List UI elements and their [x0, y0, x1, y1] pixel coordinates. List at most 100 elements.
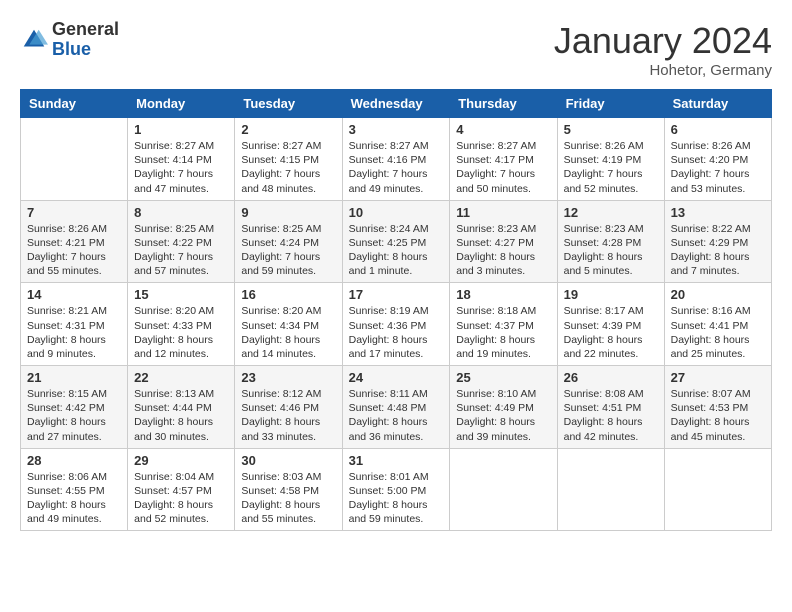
- calendar-cell: 26 Sunrise: 8:08 AMSunset: 4:51 PMDayligh…: [557, 366, 664, 449]
- day-info: Sunrise: 8:27 AMSunset: 4:16 PMDaylight:…: [349, 139, 444, 196]
- month-title: January 2024: [554, 20, 772, 62]
- column-header-saturday: Saturday: [664, 90, 771, 118]
- day-number: 10: [349, 205, 444, 220]
- calendar-cell: 7 Sunrise: 8:26 AMSunset: 4:21 PMDaylight…: [21, 200, 128, 283]
- day-number: 25: [456, 370, 550, 385]
- column-header-sunday: Sunday: [21, 90, 128, 118]
- calendar-cell: 22 Sunrise: 8:13 AMSunset: 4:44 PMDayligh…: [128, 366, 235, 449]
- calendar-cell: 19 Sunrise: 8:17 AMSunset: 4:39 PMDayligh…: [557, 283, 664, 366]
- day-number: 30: [241, 453, 335, 468]
- day-info: Sunrise: 8:11 AMSunset: 4:48 PMDaylight:…: [349, 387, 444, 444]
- calendar-table: SundayMondayTuesdayWednesdayThursdayFrid…: [20, 89, 772, 531]
- logo-icon: [20, 26, 48, 54]
- column-header-thursday: Thursday: [450, 90, 557, 118]
- day-info: Sunrise: 8:07 AMSunset: 4:53 PMDaylight:…: [671, 387, 765, 444]
- calendar-cell: 5Sunrise: 8:26 AMSunset: 4:19 PMDaylight…: [557, 118, 664, 201]
- day-info: Sunrise: 8:25 AMSunset: 4:22 PMDaylight:…: [134, 222, 228, 279]
- calendar-cell: 24 Sunrise: 8:11 AMSunset: 4:48 PMDayligh…: [342, 366, 450, 449]
- calendar-cell: [450, 448, 557, 531]
- day-info: Sunrise: 8:27 AMSunset: 4:17 PMDaylight:…: [456, 139, 550, 196]
- day-info: Sunrise: 8:26 AMSunset: 4:21 PMDaylight:…: [27, 222, 121, 279]
- calendar-week-2: 7 Sunrise: 8:26 AMSunset: 4:21 PMDaylight…: [21, 200, 772, 283]
- column-header-wednesday: Wednesday: [342, 90, 450, 118]
- calendar-cell: 17 Sunrise: 8:19 AMSunset: 4:36 PMDayligh…: [342, 283, 450, 366]
- calendar-cell: 15 Sunrise: 8:20 AMSunset: 4:33 PMDayligh…: [128, 283, 235, 366]
- page-header: General Blue January 2024 Hohetor, Germa…: [20, 20, 772, 79]
- day-info: Sunrise: 8:22 AMSunset: 4:29 PMDaylight:…: [671, 222, 765, 279]
- calendar-cell: 16 Sunrise: 8:20 AMSunset: 4:34 PMDayligh…: [235, 283, 342, 366]
- day-number: 6: [671, 122, 765, 137]
- day-number: 15: [134, 287, 228, 302]
- calendar-cell: 25Sunrise: 8:10 AMSunset: 4:49 PMDayligh…: [450, 366, 557, 449]
- calendar-cell: 29 Sunrise: 8:04 AMSunset: 4:57 PMDayligh…: [128, 448, 235, 531]
- day-number: 2: [241, 122, 335, 137]
- calendar-cell: 30 Sunrise: 8:03 AMSunset: 4:58 PMDayligh…: [235, 448, 342, 531]
- calendar-cell: 4 Sunrise: 8:27 AMSunset: 4:17 PMDaylight…: [450, 118, 557, 201]
- day-info: Sunrise: 8:27 AMSunset: 4:15 PMDaylight:…: [241, 139, 335, 196]
- day-number: 23: [241, 370, 335, 385]
- day-info: Sunrise: 8:25 AMSunset: 4:24 PMDaylight:…: [241, 222, 335, 279]
- day-number: 9: [241, 205, 335, 220]
- day-number: 29: [134, 453, 228, 468]
- calendar-cell: [557, 448, 664, 531]
- calendar-cell: 11Sunrise: 8:23 AMSunset: 4:27 PMDayligh…: [450, 200, 557, 283]
- day-number: 24: [349, 370, 444, 385]
- day-number: 5: [564, 122, 658, 137]
- day-info: Sunrise: 8:13 AMSunset: 4:44 PMDaylight:…: [134, 387, 228, 444]
- day-number: 21: [27, 370, 121, 385]
- day-number: 3: [349, 122, 444, 137]
- calendar-cell: 8 Sunrise: 8:25 AMSunset: 4:22 PMDaylight…: [128, 200, 235, 283]
- logo-blue-text: Blue: [52, 39, 91, 59]
- calendar-cell: 18 Sunrise: 8:18 AMSunset: 4:37 PMDayligh…: [450, 283, 557, 366]
- calendar-cell: 3 Sunrise: 8:27 AMSunset: 4:16 PMDaylight…: [342, 118, 450, 201]
- day-info: Sunrise: 8:17 AMSunset: 4:39 PMDaylight:…: [564, 304, 658, 361]
- day-number: 26: [564, 370, 658, 385]
- day-number: 19: [564, 287, 658, 302]
- calendar-cell: 31 Sunrise: 8:01 AMSunset: 5:00 PMDayligh…: [342, 448, 450, 531]
- day-info: Sunrise: 8:08 AMSunset: 4:51 PMDaylight:…: [564, 387, 658, 444]
- column-header-monday: Monday: [128, 90, 235, 118]
- calendar-cell: [21, 118, 128, 201]
- day-info: Sunrise: 8:19 AMSunset: 4:36 PMDaylight:…: [349, 304, 444, 361]
- day-number: 17: [349, 287, 444, 302]
- calendar-cell: 2 Sunrise: 8:27 AMSunset: 4:15 PMDaylight…: [235, 118, 342, 201]
- day-number: 8: [134, 205, 228, 220]
- day-info: Sunrise: 8:01 AMSunset: 5:00 PMDaylight:…: [349, 470, 444, 527]
- day-number: 22: [134, 370, 228, 385]
- day-number: 13: [671, 205, 765, 220]
- calendar-cell: 13 Sunrise: 8:22 AMSunset: 4:29 PMDayligh…: [664, 200, 771, 283]
- day-info: Sunrise: 8:04 AMSunset: 4:57 PMDaylight:…: [134, 470, 228, 527]
- calendar-week-5: 28Sunrise: 8:06 AMSunset: 4:55 PMDayligh…: [21, 448, 772, 531]
- day-info: Sunrise: 8:12 AMSunset: 4:46 PMDaylight:…: [241, 387, 335, 444]
- day-number: 1: [134, 122, 228, 137]
- day-number: 27: [671, 370, 765, 385]
- day-info: Sunrise: 8:20 AMSunset: 4:34 PMDaylight:…: [241, 304, 335, 361]
- calendar-cell: 28Sunrise: 8:06 AMSunset: 4:55 PMDayligh…: [21, 448, 128, 531]
- day-number: 20: [671, 287, 765, 302]
- day-number: 4: [456, 122, 550, 137]
- day-info: Sunrise: 8:18 AMSunset: 4:37 PMDaylight:…: [456, 304, 550, 361]
- calendar-cell: 14Sunrise: 8:21 AMSunset: 4:31 PMDayligh…: [21, 283, 128, 366]
- day-info: Sunrise: 8:06 AMSunset: 4:55 PMDaylight:…: [27, 470, 121, 527]
- day-number: 18: [456, 287, 550, 302]
- calendar-body: 1Sunrise: 8:27 AMSunset: 4:14 PMDaylight…: [21, 118, 772, 531]
- calendar-cell: 20Sunrise: 8:16 AMSunset: 4:41 PMDayligh…: [664, 283, 771, 366]
- column-header-friday: Friday: [557, 90, 664, 118]
- calendar-cell: 1Sunrise: 8:27 AMSunset: 4:14 PMDaylight…: [128, 118, 235, 201]
- day-number: 7: [27, 205, 121, 220]
- calendar-cell: 21 Sunrise: 8:15 AMSunset: 4:42 PMDayligh…: [21, 366, 128, 449]
- calendar-week-3: 14Sunrise: 8:21 AMSunset: 4:31 PMDayligh…: [21, 283, 772, 366]
- calendar-cell: 23 Sunrise: 8:12 AMSunset: 4:46 PMDayligh…: [235, 366, 342, 449]
- day-info: Sunrise: 8:15 AMSunset: 4:42 PMDaylight:…: [27, 387, 121, 444]
- day-info: Sunrise: 8:03 AMSunset: 4:58 PMDaylight:…: [241, 470, 335, 527]
- day-number: 14: [27, 287, 121, 302]
- day-number: 16: [241, 287, 335, 302]
- header-row: SundayMondayTuesdayWednesdayThursdayFrid…: [21, 90, 772, 118]
- day-number: 31: [349, 453, 444, 468]
- day-info: Sunrise: 8:20 AMSunset: 4:33 PMDaylight:…: [134, 304, 228, 361]
- day-number: 11: [456, 205, 550, 220]
- day-info: Sunrise: 8:23 AMSunset: 4:28 PMDaylight:…: [564, 222, 658, 279]
- logo: General Blue: [20, 20, 119, 60]
- calendar-cell: 10 Sunrise: 8:24 AMSunset: 4:25 PMDayligh…: [342, 200, 450, 283]
- day-info: Sunrise: 8:24 AMSunset: 4:25 PMDaylight:…: [349, 222, 444, 279]
